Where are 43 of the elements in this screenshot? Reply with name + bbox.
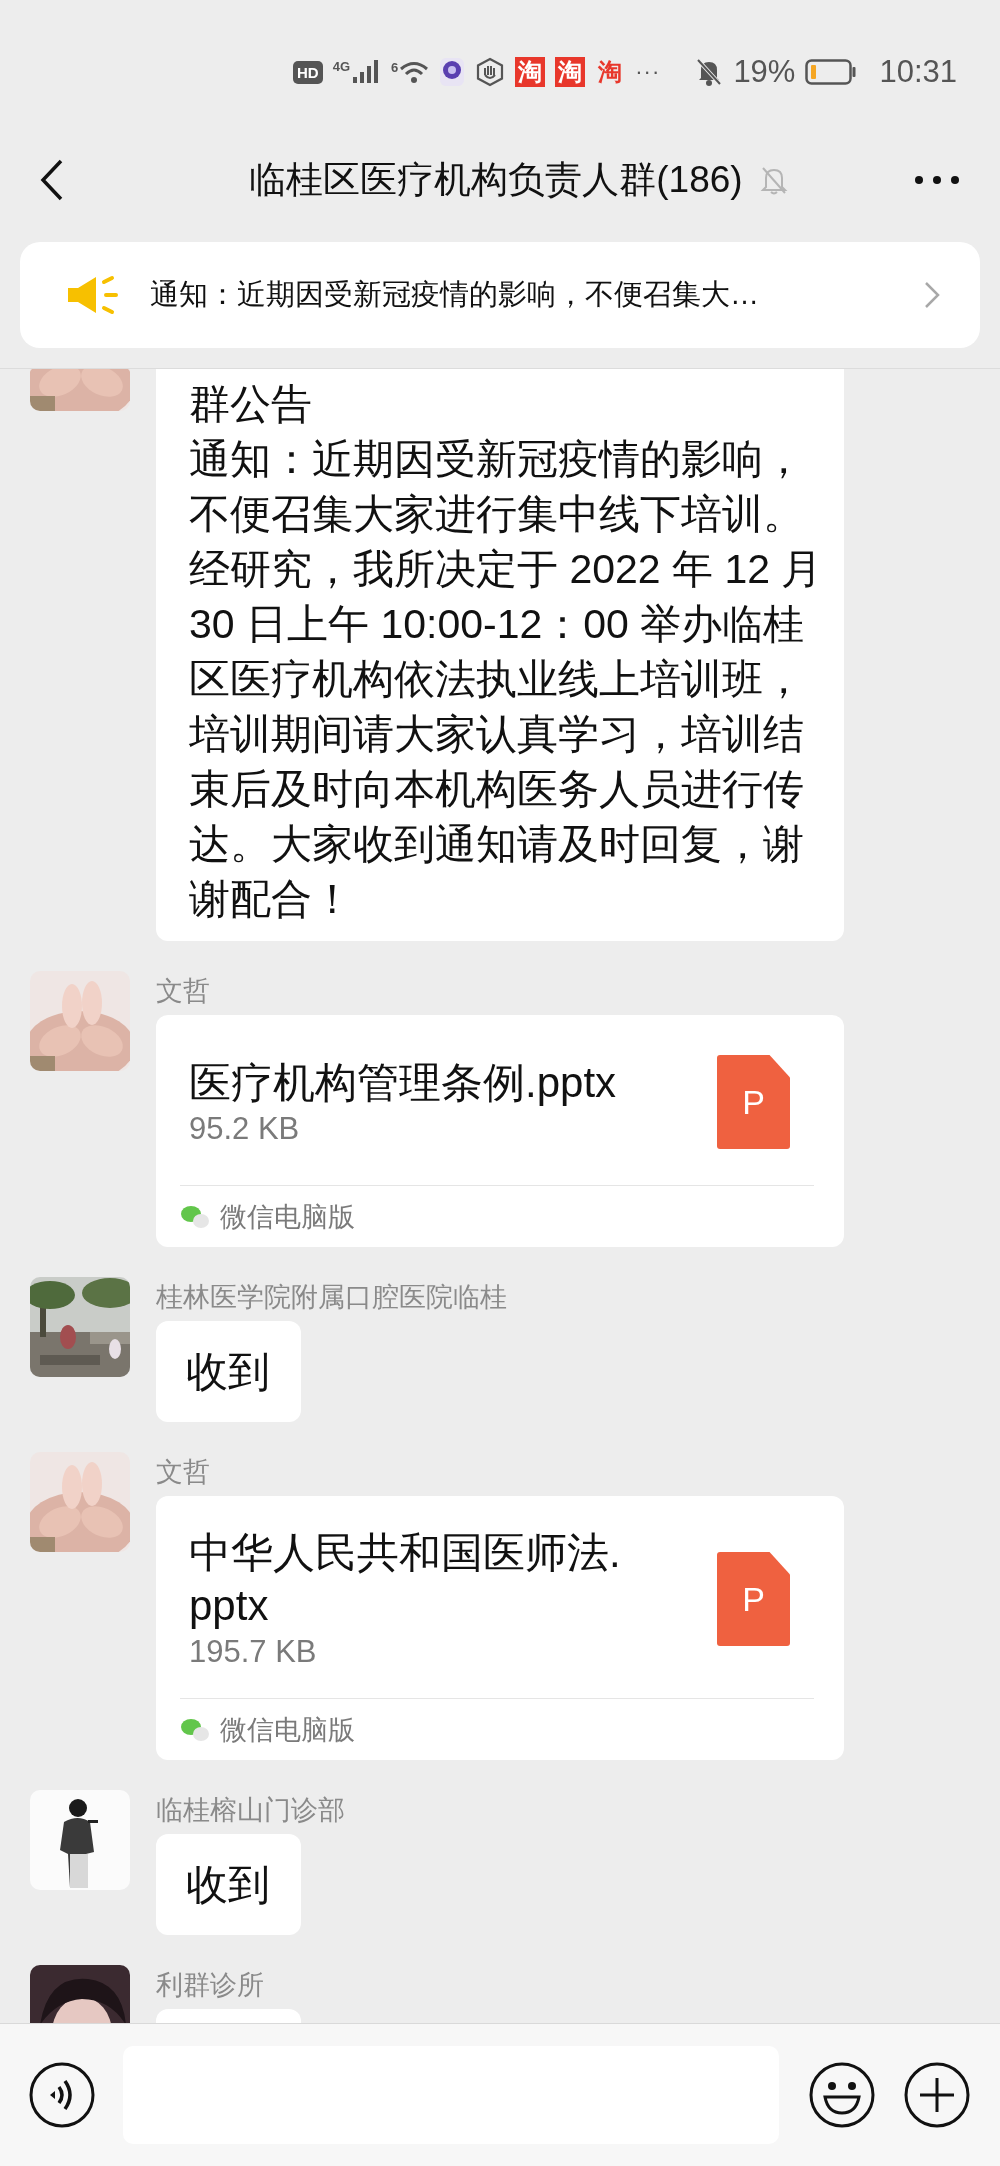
plus-icon[interactable] <box>903 2061 971 2129</box>
file-size: 195.7 KB <box>189 1633 318 1671</box>
back-icon[interactable] <box>40 159 64 201</box>
file-name: 中华人民共和国医师法.pptx <box>189 1528 622 1631</box>
sender-name: 利群诊所 <box>156 1969 264 2002</box>
shopping-app-icon: 淘 <box>515 57 546 87</box>
pinned-notice-bar[interactable]: 通知：近期因受新冠疫情的影响，不便召集大… <box>20 242 980 348</box>
more-icon[interactable] <box>914 175 960 185</box>
message-bubble[interactable]: 收到 <box>156 1321 301 1422</box>
hd-badge: HD <box>293 60 323 84</box>
message-bubble[interactable]: 收到 <box>156 1834 301 1935</box>
camera-app-icon <box>439 57 466 87</box>
clock-time: 10:31 <box>879 54 957 90</box>
source-label: 微信电脑版 <box>220 1713 355 1747</box>
announcement-title: 群公告 <box>189 380 313 429</box>
chat-bubbles-icon <box>180 1204 210 1229</box>
presentation-file-icon: P <box>717 1552 790 1646</box>
bell-off-icon <box>695 57 724 87</box>
sender-name: 文哲 <box>156 1456 210 1489</box>
source-label: 微信电脑版 <box>220 1200 355 1234</box>
sender-name: 临桂榕山门诊部 <box>156 1794 345 1827</box>
file-card[interactable]: 中华人民共和国医师法.pptx 195.7 KB P 微信电脑版 <box>156 1496 844 1760</box>
announcement-text: 通知：近期因受新冠疫情的影响，不便召集大家进行集中线下培训。经研究，我所决定于 2022 年 12 月 30 日上午 10:00-12：00 举办临桂区医疗机构依法执业线上培训班，培训期间请大家认真学习，培训结束后及时向本机构医务人员进行传达。大家收到通知请及时回复，谢谢配合！ <box>189 435 824 924</box>
voice-icon[interactable] <box>28 2061 96 2129</box>
chat-bubbles-icon <box>180 1717 210 1742</box>
battery-icon <box>805 59 858 85</box>
speaker-icon <box>66 274 120 316</box>
chat-title: 临桂区医疗机构负责人群(186) <box>249 158 743 202</box>
emoji-icon[interactable] <box>808 2061 876 2129</box>
announcement-bubble[interactable]: 群公告 通知：近期因受新冠疫情的影响，不便召集大家进行集中线下培训。经研究，我所决定于 2022 年 12 月 30 日上午 10:00-12：00 举办临桂区医疗机构依法执业线上培训班，培训期间请大家认真学习，培训结束后及时向本机构医务人员进行传达。大家收到通知请及时回复，谢谢配合！ <box>156 369 844 941</box>
file-card[interactable]: 医疗机构管理条例.pptx 95.2 KB P 微信电脑版 <box>156 1015 844 1247</box>
file-size: 95.2 KB <box>189 1109 301 1148</box>
notice-text: 通知：近期因受新冠疫情的影响，不便召集大… <box>150 277 760 312</box>
shopping-app-icon: 淘 <box>595 57 626 87</box>
file-name: 医疗机构管理条例.pptx <box>189 1057 618 1108</box>
battery-percentage: 19% <box>733 54 796 90</box>
sender-name: 文哲 <box>156 975 210 1008</box>
sender-name: 桂林医学院附属口腔医院临桂 <box>156 1281 507 1314</box>
chevron-right-icon <box>924 281 940 309</box>
hand-icon <box>475 57 506 87</box>
shopping-app-icon: 淘 <box>555 57 586 87</box>
presentation-file-icon: P <box>717 1055 790 1149</box>
more-notifications: ··· <box>635 59 661 85</box>
